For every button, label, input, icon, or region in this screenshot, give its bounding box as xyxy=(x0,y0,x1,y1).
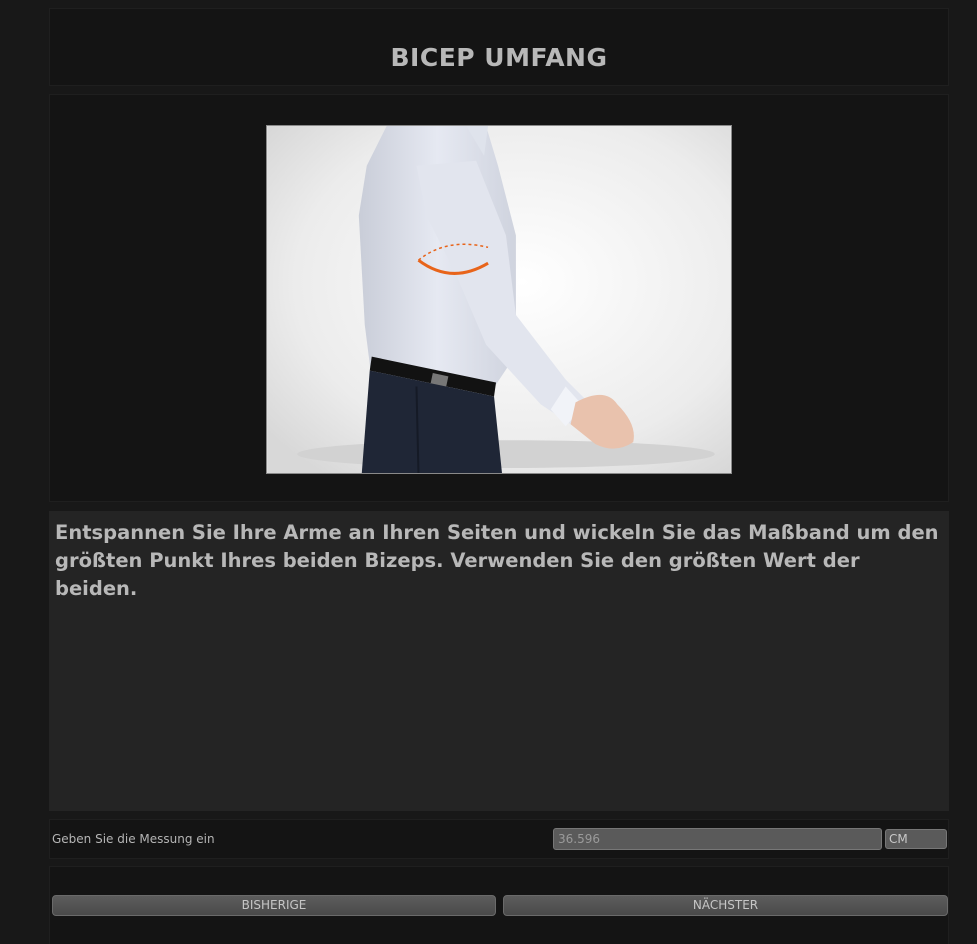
image-panel xyxy=(49,94,949,502)
navigation-panel: BISHERIGE NÄCHSTER xyxy=(49,866,949,944)
unit-select[interactable]: CM xyxy=(885,829,947,849)
instruction-text: Entspannen Sie Ihre Arme an Ihren Seiten… xyxy=(55,521,939,600)
bicep-measurement-image xyxy=(266,125,732,474)
next-button[interactable]: NÄCHSTER xyxy=(503,895,948,916)
page-title: BICEP UMFANG xyxy=(390,43,608,72)
previous-button[interactable]: BISHERIGE xyxy=(52,895,496,916)
measurement-label: Geben Sie die Messung ein xyxy=(52,832,215,846)
title-panel: BICEP UMFANG xyxy=(49,8,949,86)
instruction-panel: Entspannen Sie Ihre Arme an Ihren Seiten… xyxy=(49,511,949,811)
measurement-row: Geben Sie die Messung ein CM xyxy=(49,819,949,859)
measurement-input[interactable] xyxy=(553,828,882,850)
